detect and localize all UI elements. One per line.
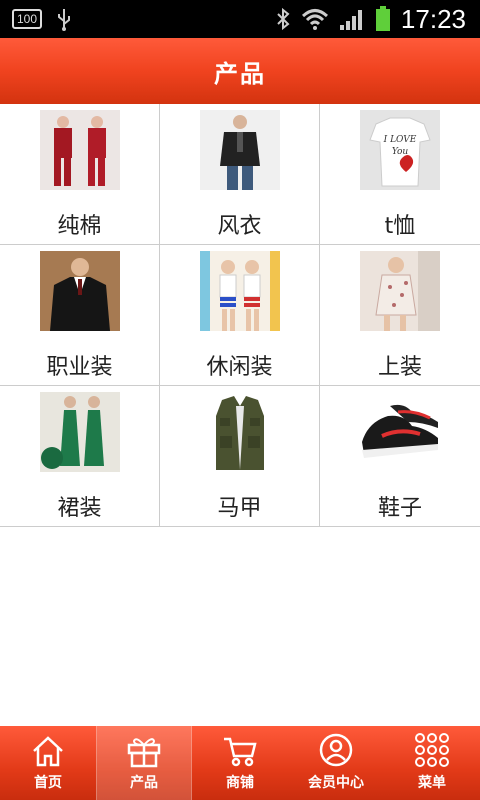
product-image-casual-wear [199,251,280,331]
product-item-tshirt[interactable]: I LOVE You t恤 [320,104,480,244]
product-item-trench-coat[interactable]: 风衣 [160,104,320,244]
cart-icon [224,737,257,767]
tab-home[interactable]: 首页 [0,726,96,800]
product-item-dresses[interactable]: 裙装 [0,386,160,526]
tab-shop[interactable]: 商铺 [192,726,288,800]
product-grid: 纯棉 风衣 I LOVE You t恤 职业装 休闲装 上装 裙装 马甲 鞋子 [0,104,480,527]
product-image-tshirt: I LOVE You [360,110,440,190]
tab-label: 商铺 [226,775,254,791]
tab-label: 产品 [130,775,158,791]
gift-icon [127,738,161,768]
status-bar: 100 17:23 [0,0,480,38]
grid-row: 职业装 休闲装 上装 [0,245,480,386]
product-label: 鞋子 [377,496,422,521]
product-item-vest[interactable]: 马甲 [160,386,320,526]
product-label: t恤 [384,214,416,239]
wifi-icon [301,9,328,30]
battery-icon [375,6,390,31]
svg-text:I LOVE: I LOVE [383,135,417,145]
product-item-tops[interactable]: 上装 [320,245,480,385]
page-title: 产品 [214,59,266,88]
product-image-shoes [360,392,440,472]
product-image-cotton [39,110,120,190]
tab-label: 首页 [34,775,62,791]
product-image-tops [360,251,440,331]
tab-label: 菜单 [418,775,446,791]
product-item-cotton[interactable]: 纯棉 [0,104,160,244]
product-item-business-wear[interactable]: 职业装 [0,245,160,385]
product-label: 裙装 [57,496,102,521]
user-icon [319,733,353,767]
product-label: 风衣 [217,214,262,239]
home-icon [33,736,63,767]
signal-icon [339,10,362,30]
product-label: 休闲装 [206,355,273,380]
product-label: 上装 [377,355,422,380]
product-label: 马甲 [217,496,262,521]
page-header: 产品 [0,38,480,104]
grid-row: 裙装 马甲 鞋子 [0,386,480,527]
tab-menu[interactable]: 菜单 [384,726,480,800]
tab-label: 会员中心 [308,775,364,791]
battery-percent-icon: 100 [12,9,43,29]
tab-member-center[interactable]: 会员中心 [288,726,384,800]
menu-grid-icon [415,733,449,767]
product-image-vest [199,392,280,472]
product-item-casual-wear[interactable]: 休闲装 [160,245,320,385]
product-image-business-wear [39,251,120,331]
product-item-shoes[interactable]: 鞋子 [320,386,480,526]
usb-icon [58,9,71,31]
bluetooth-icon [277,7,290,31]
clock: 17:23 [400,3,466,34]
product-image-dresses [39,392,120,472]
product-image-trench-coat [199,110,280,190]
product-label: 纯棉 [57,214,102,239]
grid-row: 纯棉 风衣 I LOVE You t恤 [0,104,480,245]
bottom-tab-bar: 首页 产品 商铺 会员中心 菜单 [0,726,480,800]
tab-products[interactable]: 产品 [96,726,192,800]
product-label: 职业装 [46,355,113,380]
